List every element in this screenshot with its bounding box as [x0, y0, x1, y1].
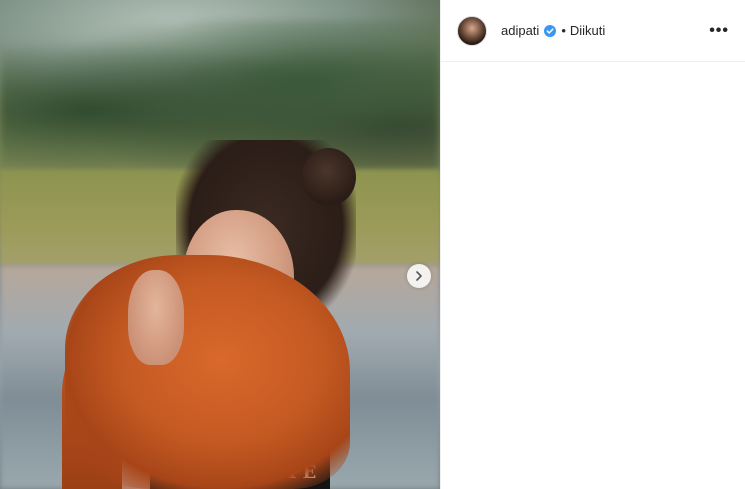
chevron-right-icon [416, 271, 422, 281]
photo-hair-bun [302, 148, 356, 206]
post-sidebar: adipati • Diikuti ••• [440, 0, 745, 489]
post-header: adipati • Diikuti ••• [441, 0, 745, 62]
photo-hand [128, 270, 184, 365]
header-separator: • [561, 23, 566, 38]
more-options-button[interactable]: ••• [709, 22, 729, 39]
instagram-post: PE adipati • Diikuti ••• [0, 0, 745, 489]
follow-status-button[interactable]: Diikuti [570, 23, 605, 38]
username-link[interactable]: adipati [501, 23, 539, 38]
verified-badge-icon [544, 24, 557, 37]
photo-scarf [65, 255, 350, 489]
post-photo[interactable]: PE [0, 0, 440, 489]
carousel-next-button[interactable] [407, 264, 431, 288]
avatar[interactable] [457, 15, 487, 46]
